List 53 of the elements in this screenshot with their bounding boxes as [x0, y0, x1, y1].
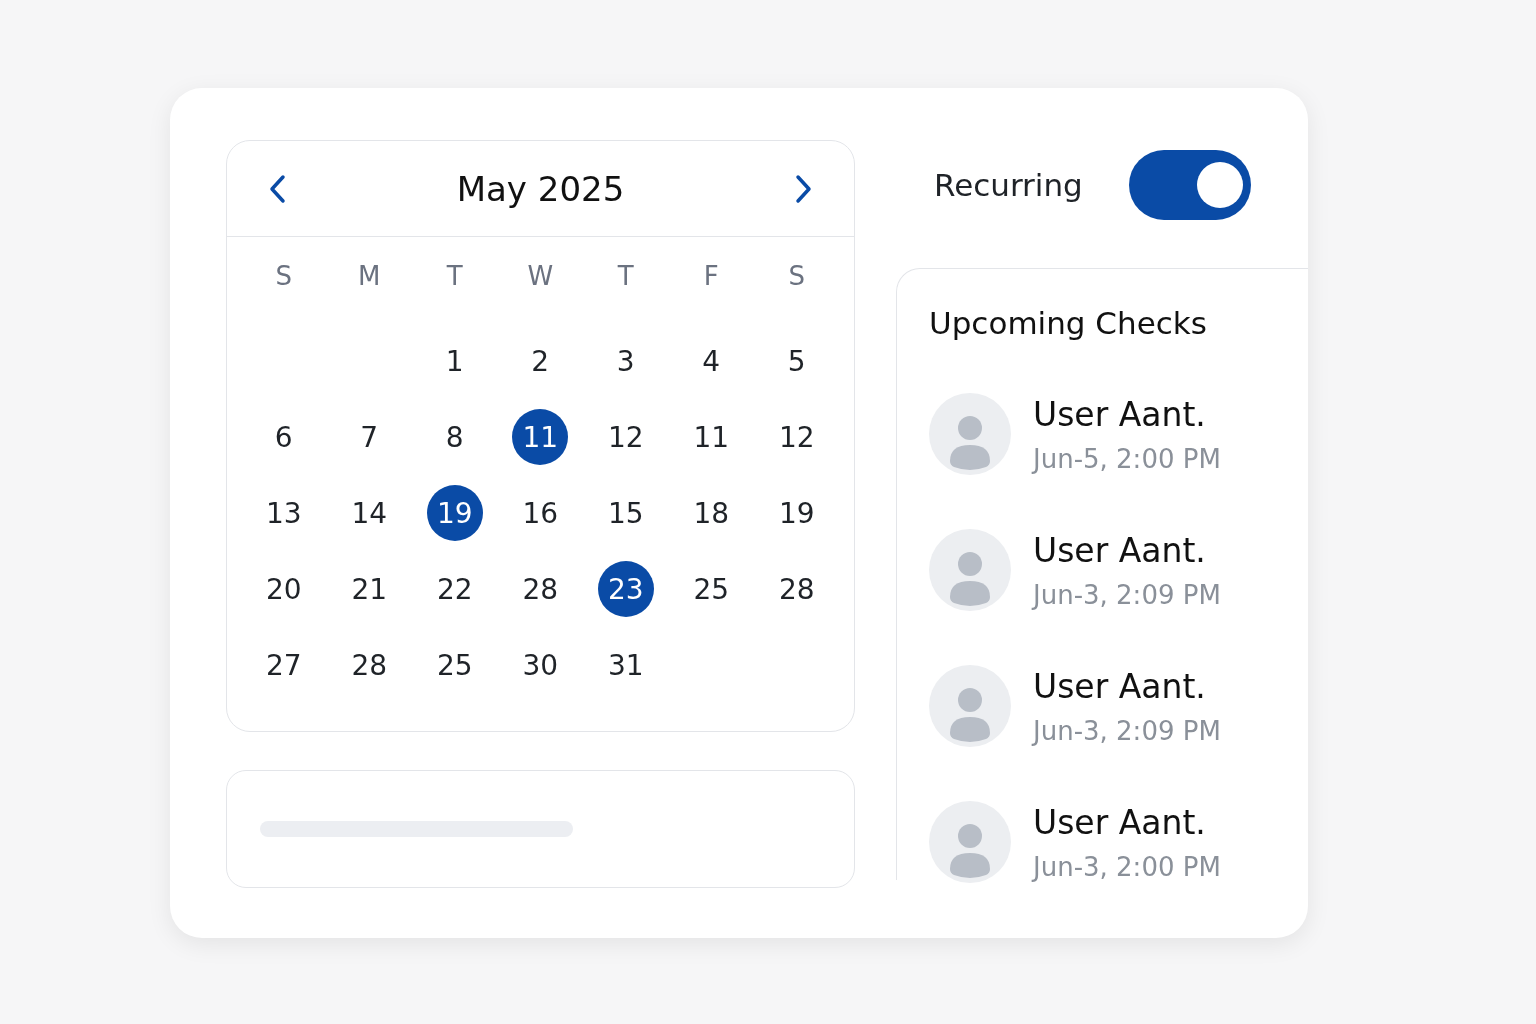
- calendar-day[interactable]: 20: [255, 561, 312, 617]
- calendar-day[interactable]: 13: [255, 485, 312, 541]
- user-name: User Aant.: [1033, 803, 1207, 842]
- calendar-day[interactable]: 1: [426, 333, 483, 389]
- calendar-day[interactable]: 25: [426, 637, 483, 693]
- calendar-day[interactable]: 4: [683, 333, 740, 389]
- panel-title: Upcoming Checks: [929, 305, 1208, 341]
- calendar-day[interactable]: 8: [426, 409, 483, 465]
- check-time: Jun-5, 2:00 PM: [1033, 444, 1221, 474]
- calendar-day[interactable]: 19: [426, 485, 483, 541]
- calendar-day[interactable]: 15: [597, 485, 654, 541]
- calendar-day[interactable]: 11: [512, 409, 569, 465]
- calendar-day[interactable]: 14: [341, 485, 398, 541]
- weekday-label: T: [446, 261, 463, 291]
- weekday-label: T: [617, 261, 634, 291]
- calendar-day[interactable]: 23: [597, 561, 654, 617]
- calendar-day[interactable]: 3: [597, 333, 654, 389]
- calendar-day[interactable]: 30: [512, 637, 569, 693]
- check-time: Jun-3, 2:09 PM: [1033, 580, 1221, 610]
- calendar-day[interactable]: 16: [512, 485, 569, 541]
- month-title: May 2025: [456, 168, 625, 209]
- avatar-icon: [929, 529, 1011, 611]
- calendar-day[interactable]: 28: [768, 561, 825, 617]
- calendar-day[interactable]: 6: [255, 409, 312, 465]
- calendar-day[interactable]: 21: [341, 561, 398, 617]
- calendar-day[interactable]: 11: [683, 409, 740, 465]
- user-name: User Aant.: [1033, 395, 1207, 434]
- calendar-day[interactable]: 22: [426, 561, 483, 617]
- weekday-label: S: [275, 261, 292, 291]
- user-name: User Aant.: [1033, 667, 1207, 706]
- recurring-label: Recurring: [934, 167, 1083, 203]
- weekday-label: S: [788, 261, 805, 291]
- calendar-day[interactable]: 2: [512, 333, 569, 389]
- calendar-day[interactable]: 31: [597, 637, 654, 693]
- calendar-day[interactable]: 5: [768, 333, 825, 389]
- calendar-day[interactable]: 12: [597, 409, 654, 465]
- calendar-day[interactable]: 18: [683, 485, 740, 541]
- calendar-day[interactable]: 12: [768, 409, 825, 465]
- calendar-day[interactable]: 7: [341, 409, 398, 465]
- check-time: Jun-3, 2:09 PM: [1033, 716, 1221, 746]
- avatar-icon: [929, 665, 1011, 747]
- calendar-day[interactable]: 19: [768, 485, 825, 541]
- weekday-label: F: [703, 261, 719, 291]
- weekday-label: W: [527, 261, 554, 291]
- weekday-label: M: [358, 261, 381, 291]
- avatar-icon: [929, 393, 1011, 475]
- calendar-day[interactable]: 28: [512, 561, 569, 617]
- calendar-day[interactable]: 27: [255, 637, 312, 693]
- calendar-day[interactable]: 28: [341, 637, 398, 693]
- check-time: Jun-3, 2:00 PM: [1033, 852, 1221, 882]
- user-name: User Aant.: [1033, 531, 1207, 570]
- calendar-day[interactable]: 25: [683, 561, 740, 617]
- avatar-icon: [929, 801, 1011, 883]
